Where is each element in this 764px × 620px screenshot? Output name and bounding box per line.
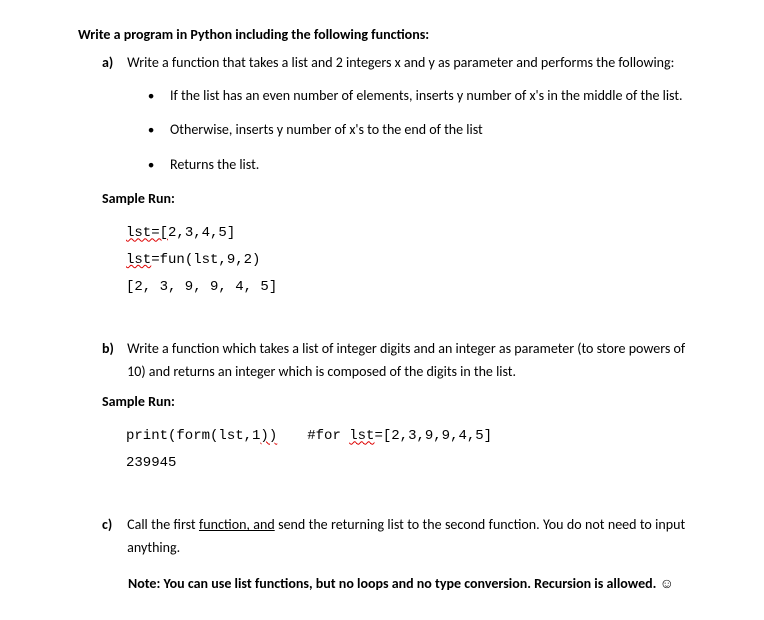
part-c-label: c) xyxy=(102,514,124,536)
code-text: 2,3,4,5] xyxy=(168,225,235,241)
part-c: c) Call the first function, and send the… xyxy=(102,514,686,559)
note-text: Note: You can use list functions, but no… xyxy=(128,573,686,595)
part-b-label: b) xyxy=(102,338,124,360)
smiley-icon: ☺ xyxy=(660,575,674,592)
document-title: Write a program in Python including the … xyxy=(78,24,686,46)
part-a-text: Write a function that takes a list and 2… xyxy=(127,52,685,74)
note-body: Note: You can use list functions, but no… xyxy=(128,575,660,592)
part-b: b) Write a function which takes a list o… xyxy=(102,338,686,383)
squiggle-text: lst xyxy=(349,428,374,444)
code-line: print(form(lst,1)) #for lst=[2,3,9,9,4,5] xyxy=(126,423,686,450)
code-line: lst=fun(lst,9,2) xyxy=(126,247,686,274)
part-a-label: a) xyxy=(102,52,124,74)
part-a: a) Write a function that takes a list an… xyxy=(102,52,686,74)
code-block-b: print(form(lst,1)) #for lst=[2,3,9,9,4,5]… xyxy=(126,423,686,476)
squiggle-text: lst=[ xyxy=(126,225,168,241)
bullet-text: Returns the list. xyxy=(170,154,686,176)
sample-run-label-a: Sample Run: xyxy=(102,188,686,210)
code-text: =fun(lst,9,2) xyxy=(151,252,260,268)
underline-text: function, and xyxy=(199,516,275,533)
squiggle-text: lst xyxy=(126,252,151,268)
code-line: lst=[2,3,4,5] xyxy=(126,220,686,247)
part-a-bullets: ● If the list has an even number of elem… xyxy=(148,85,686,176)
part-b-text: Write a function which takes a list of i… xyxy=(127,338,685,383)
bullet-dot-icon: ● xyxy=(148,119,170,141)
code-comment: #for xyxy=(307,428,349,444)
code-text: print(form(lst,1 xyxy=(126,428,260,444)
part-c-text: Call the first function, and send the re… xyxy=(127,514,685,559)
squiggle-text: )) xyxy=(260,428,277,444)
bullet-item: ● Returns the list. xyxy=(148,154,686,176)
sample-run-label-b: Sample Run: xyxy=(102,391,686,413)
bullet-text: Otherwise, inserts y number of x's to th… xyxy=(170,119,686,141)
text-pre: Call the first xyxy=(127,516,199,533)
bullet-text: If the list has an even number of elemen… xyxy=(170,85,686,107)
code-block-a: lst=[2,3,4,5] lst=fun(lst,9,2) [2, 3, 9,… xyxy=(126,220,686,300)
bullet-item: ● Otherwise, inserts y number of x's to … xyxy=(148,119,686,141)
code-line: [2, 3, 9, 9, 4, 5] xyxy=(126,274,686,301)
bullet-item: ● If the list has an even number of elem… xyxy=(148,85,686,107)
code-comment: =[2,3,9,9,4,5] xyxy=(374,428,492,444)
bullet-dot-icon: ● xyxy=(148,154,170,176)
bullet-dot-icon: ● xyxy=(148,85,170,107)
code-line: 239945 xyxy=(126,450,686,477)
